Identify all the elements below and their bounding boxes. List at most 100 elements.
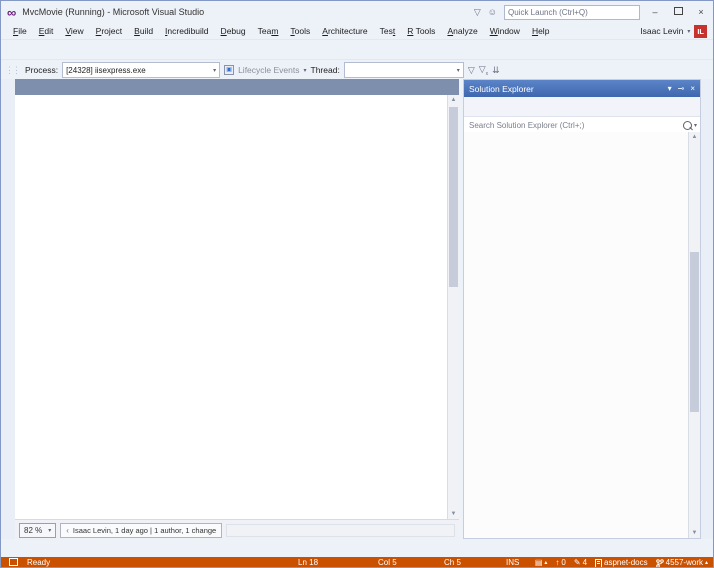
thread-label: Thread: bbox=[310, 65, 340, 75]
pin-icon[interactable]: ⊸ bbox=[678, 84, 685, 93]
search-icon[interactable] bbox=[682, 120, 692, 130]
debug-location-toolbar: ⋮⋮ Process: [24328] iisexpress.exe ▾ ▣ L… bbox=[1, 59, 713, 80]
menu-edit[interactable]: Edit bbox=[33, 25, 60, 37]
repo-icon bbox=[595, 558, 603, 567]
menu-debug[interactable]: Debug bbox=[215, 25, 252, 37]
close-button[interactable]: × bbox=[693, 7, 709, 17]
feedback-icon[interactable]: ☺ bbox=[488, 7, 497, 17]
solution-tree bbox=[464, 132, 689, 538]
menu-bar: File Edit View Project Build Incredibuild Debu… bbox=[1, 23, 713, 39]
code-lines bbox=[15, 95, 448, 519]
menu-window[interactable]: Window bbox=[484, 25, 526, 37]
visual-studio-window: ∞ MvcMovie (Running) - Microsoft Visual … bbox=[0, 0, 714, 568]
repo-name: aspnet-docs bbox=[604, 558, 648, 567]
scroll-down-icon[interactable]: ▼ bbox=[689, 528, 700, 538]
avatar[interactable]: IL bbox=[694, 24, 707, 38]
menu-build[interactable]: Build bbox=[128, 25, 159, 37]
scroll-up-icon[interactable]: ▲ bbox=[689, 132, 700, 142]
uncommitted-changes[interactable]: ✎ 4 bbox=[573, 558, 588, 567]
status-column: Col 5 bbox=[378, 558, 397, 567]
main-toolbar bbox=[1, 39, 713, 60]
arrow-up-icon: ↑ bbox=[555, 558, 560, 567]
codelens-history[interactable]: ‹ Isaac Levin, 1 day ago | 1 author, 1 c… bbox=[60, 522, 223, 538]
menu-analyze[interactable]: Analyze bbox=[441, 25, 483, 37]
status-ready: Ready bbox=[27, 558, 51, 567]
quick-launch-input[interactable] bbox=[504, 4, 640, 20]
rows-icon: ▤ bbox=[534, 558, 543, 567]
zoom-selector[interactable]: 82 % ▾ bbox=[19, 522, 57, 538]
filter-threads-icon[interactable]: ▽ bbox=[468, 65, 475, 76]
solution-explorer-header[interactable]: Solution Explorer ▾ ⊸ × bbox=[464, 80, 700, 97]
chevron-left-icon: ‹ bbox=[66, 525, 69, 535]
chevron-down-icon: ▾ bbox=[687, 28, 691, 35]
chevron-down-icon: ▾ bbox=[693, 122, 697, 129]
current-branch[interactable]: 4557-work ▴ bbox=[655, 558, 708, 567]
scroll-down-icon[interactable]: ▼ bbox=[448, 509, 459, 519]
status-insert-mode: INS bbox=[506, 558, 520, 567]
branch-name: 4557-work bbox=[665, 558, 703, 567]
menu-items: File Edit View Project Build Incredibuild Debu… bbox=[7, 26, 555, 36]
visual-studio-logo-icon: ∞ bbox=[7, 4, 17, 20]
current-repository[interactable]: aspnet-docs bbox=[595, 558, 648, 567]
user-area[interactable]: Isaac Levin ▾ IL bbox=[640, 24, 707, 38]
toolbar-grip[interactable]: ⋮⋮ bbox=[5, 65, 21, 76]
panel-title: Solution Explorer bbox=[469, 83, 534, 94]
edit-count: 4 bbox=[582, 558, 588, 567]
editor-vertical-scrollbar[interactable]: ▲ ▼ bbox=[447, 95, 459, 519]
codelens-text: Isaac Levin, 1 day ago | 1 author, 1 cha… bbox=[72, 525, 217, 535]
lifecycle-events-icon: ▣ bbox=[224, 65, 235, 75]
menu-architecture[interactable]: Architecture bbox=[316, 25, 373, 37]
window-title: MvcMovie (Running) - Microsoft Visual St… bbox=[22, 7, 205, 17]
scroll-up-icon[interactable]: ▲ bbox=[448, 95, 459, 105]
process-value: [24328] iisexpress.exe bbox=[66, 65, 146, 75]
code-editor[interactable]: ▲ ▼ bbox=[15, 95, 459, 519]
tree-vertical-scrollbar[interactable]: ▲ ▼ bbox=[688, 132, 700, 538]
process-label: Process: bbox=[25, 65, 59, 75]
menu-project[interactable]: Project bbox=[90, 25, 128, 37]
lifecycle-events-button[interactable]: Lifecycle Events bbox=[238, 65, 299, 75]
chevron-down-icon: ▾ bbox=[303, 67, 307, 74]
scrollbar-thumb[interactable] bbox=[690, 252, 699, 412]
menu-file[interactable]: File bbox=[7, 25, 33, 37]
editor-bottom-bar: 82 % ▾ ‹ Isaac Levin, 1 day ago | 1 auth… bbox=[15, 519, 459, 540]
window-menu-icon[interactable]: ▾ bbox=[668, 84, 672, 93]
right-dock-strip bbox=[701, 79, 713, 539]
menu-tools[interactable]: Tools bbox=[284, 25, 316, 37]
clear-filter-icon[interactable]: ▽x bbox=[479, 64, 488, 77]
user-name[interactable]: Isaac Levin bbox=[640, 26, 683, 36]
close-icon[interactable]: × bbox=[690, 84, 695, 93]
editor-group: ▲ ▼ 82 % ▾ ‹ Isaac Levin, 1 day ago | 1 … bbox=[15, 79, 459, 540]
status-bar: Ready Ln 18 Col 5 Ch 5 INS ▤ ▴ ↑ 0 ✎ 4 aspn… bbox=[1, 557, 713, 567]
title-bar: ∞ MvcMovie (Running) - Microsoft Visual … bbox=[1, 1, 713, 23]
scrollbar-thumb[interactable] bbox=[449, 107, 458, 287]
maximize-button[interactable] bbox=[670, 7, 686, 17]
thread-combo[interactable]: ▾ bbox=[343, 62, 464, 78]
menu-help[interactable]: Help bbox=[526, 25, 555, 37]
menu-view[interactable]: View bbox=[59, 25, 89, 37]
rows-menu[interactable]: ▤ ▴ bbox=[534, 558, 548, 567]
document-tab-strip bbox=[15, 79, 459, 95]
menu-r-tools[interactable]: R Tools bbox=[401, 25, 441, 37]
status-character: Ch 5 bbox=[444, 558, 461, 567]
solution-search-input[interactable] bbox=[467, 119, 683, 131]
ahead-count: 0 bbox=[561, 558, 566, 567]
menu-test[interactable]: Test bbox=[374, 25, 402, 37]
left-dock-strip bbox=[1, 79, 15, 539]
unpublished-commits[interactable]: ↑ 0 bbox=[555, 558, 566, 567]
status-line: Ln 18 bbox=[298, 558, 319, 567]
filter-icon[interactable]: ▽ bbox=[474, 7, 481, 18]
flag-threads-icon[interactable]: ⇊ bbox=[492, 65, 500, 76]
minimize-button[interactable]: – bbox=[647, 7, 663, 17]
pencil-icon: ✎ bbox=[573, 558, 581, 567]
process-combo[interactable]: [24328] iisexpress.exe ▾ bbox=[62, 62, 221, 78]
solution-explorer-panel: Solution Explorer ▾ ⊸ × ▾ ▲ ▼ bbox=[463, 79, 701, 539]
bottom-tool-window-tabs bbox=[1, 539, 713, 559]
chevron-down-icon: ▾ bbox=[48, 527, 52, 534]
window-state-icon bbox=[9, 558, 18, 567]
chevron-up-icon: ▴ bbox=[704, 560, 708, 566]
zoom-value: 82 % bbox=[24, 525, 43, 535]
menu-incredibuild[interactable]: Incredibuild bbox=[159, 25, 215, 37]
chevron-up-icon: ▴ bbox=[544, 560, 548, 566]
menu-team[interactable]: Team bbox=[252, 25, 285, 37]
editor-horizontal-scrollbar[interactable] bbox=[226, 523, 455, 537]
